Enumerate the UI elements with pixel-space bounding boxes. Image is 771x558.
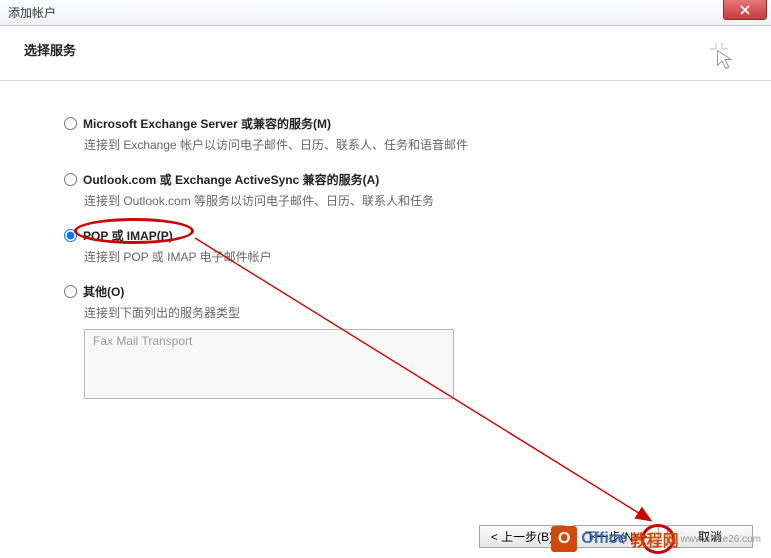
radio-exchange[interactable] — [64, 117, 77, 130]
wizard-buttons: < 上一步(B) 下一步(N) > 取消 — [479, 525, 753, 548]
list-item[interactable]: Fax Mail Transport — [93, 334, 445, 348]
other-servers-listbox[interactable]: Fax Mail Transport — [84, 329, 454, 399]
close-icon — [740, 5, 750, 15]
radio-outlookcom[interactable] — [64, 173, 77, 186]
option-other: 其他(O) 连接到下面列出的服务器类型 Fax Mail Transport — [64, 283, 747, 399]
radio-pop-imap[interactable] — [64, 229, 77, 242]
back-button[interactable]: < 上一步(B) — [479, 525, 565, 548]
option-exchange: Microsoft Exchange Server 或兼容的服务(M) 连接到 … — [64, 115, 747, 153]
radio-other[interactable] — [64, 285, 77, 298]
option-outlookcom-desc: 连接到 Outlook.com 等服务以访问电子邮件、日历、联系人和任务 — [84, 192, 747, 209]
service-options: Microsoft Exchange Server 或兼容的服务(M) 连接到 … — [0, 81, 771, 399]
option-other-label[interactable]: 其他(O) — [83, 283, 124, 300]
option-outlookcom-label[interactable]: Outlook.com 或 Exchange ActiveSync 兼容的服务(… — [83, 171, 379, 188]
page-title: 选择服务 — [24, 40, 76, 59]
close-button[interactable] — [723, 0, 767, 20]
wizard-icon — [707, 40, 737, 70]
option-other-desc: 连接到下面列出的服务器类型 — [84, 304, 747, 321]
option-pop-imap-label[interactable]: POP 或 IMAP(P) — [83, 227, 173, 244]
window-title: 添加帐户 — [8, 4, 56, 21]
option-exchange-label[interactable]: Microsoft Exchange Server 或兼容的服务(M) — [83, 115, 331, 132]
option-exchange-desc: 连接到 Exchange 帐户以访问电子邮件、日历、联系人、任务和语音邮件 — [84, 136, 747, 153]
cancel-button[interactable]: 取消 — [667, 525, 753, 548]
option-outlookcom: Outlook.com 或 Exchange ActiveSync 兼容的服务(… — [64, 171, 747, 209]
next-button[interactable]: 下一步(N) > — [573, 525, 659, 548]
option-pop-imap-desc: 连接到 POP 或 IMAP 电子邮件帐户 — [84, 248, 747, 265]
option-pop-imap: POP 或 IMAP(P) 连接到 POP 或 IMAP 电子邮件帐户 — [64, 227, 747, 265]
wizard-header: 选择服务 — [0, 26, 771, 81]
titlebar: 添加帐户 — [0, 0, 771, 26]
